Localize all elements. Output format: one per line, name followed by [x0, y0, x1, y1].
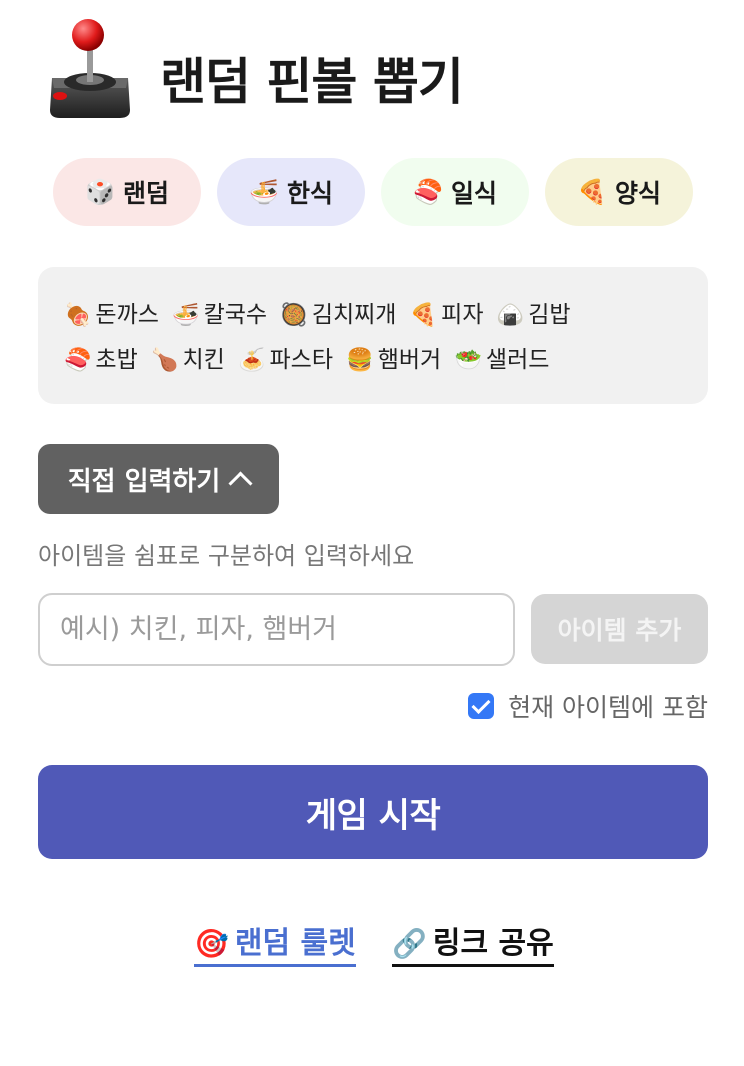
- hamburger-icon: 🍔: [346, 348, 374, 373]
- include-checkbox[interactable]: [468, 693, 495, 719]
- pizza-icon: 🍕: [409, 303, 438, 328]
- noodle-icon: 🍜: [172, 303, 200, 328]
- list-item: 🍙 김밥: [497, 293, 571, 338]
- list-item: 🍜 칼국수: [172, 293, 267, 338]
- salad-icon: 🥗: [454, 348, 482, 373]
- item-name: 샐러드: [485, 347, 550, 373]
- target-icon: 🎯: [194, 927, 229, 960]
- meat-icon: 🍖: [64, 303, 92, 328]
- item-list: 🍖 돈까스 🍜 칼국수 🥘 김치찌개 🍕 피자 🍙 김밥 🍣 초밥 🍗 치킨 🍝 파스타 🍔 햄버…: [38, 267, 708, 404]
- share-link[interactable]: 🔗 링크 공유: [392, 918, 554, 967]
- page-title: 랜덤 핀볼 뽑기: [160, 53, 464, 111]
- list-item: 🍕 피자: [410, 293, 484, 338]
- category-chip-western[interactable]: 🍕 양식: [545, 158, 693, 226]
- category-chip-japanese[interactable]: 🍣 일식: [381, 158, 529, 226]
- list-item: 🥘 김치찌개: [280, 293, 396, 338]
- footer-links: 🎯 랜덤 룰렛 🔗 링크 공유: [194, 918, 554, 974]
- input-hint: 아이템을 쉼표로 구분하여 입력하세요: [38, 542, 415, 570]
- category-chips: 🎲 랜덤 🍜 한식 🍣 일식 🍕 양식: [53, 158, 693, 226]
- list-item: 🥗 샐러드: [455, 338, 550, 383]
- list-item: 🍣 초밥: [64, 338, 138, 383]
- item-name: 칼국수: [203, 302, 268, 328]
- joystick-icon: [44, 18, 136, 122]
- link-label: 랜덤 룰렛: [234, 926, 356, 961]
- pizza-icon: 🍕: [577, 178, 607, 206]
- chicken-leg-icon: 🍗: [151, 348, 179, 373]
- category-chip-korean[interactable]: 🍜 한식: [217, 158, 365, 226]
- dice-icon: 🎲: [85, 178, 115, 206]
- chevron-up-icon: [228, 470, 253, 496]
- add-item-button[interactable]: 아이템 추가: [531, 594, 708, 664]
- include-label: 현재 아이템에 포함: [508, 693, 708, 722]
- category-label: 양식: [614, 179, 661, 208]
- category-label: 일식: [450, 179, 497, 208]
- include-current-items-option: 현재 아이템에 포함: [468, 687, 708, 725]
- noodle-bowl-icon: 🍜: [249, 178, 279, 206]
- category-label: 랜덤: [122, 179, 169, 208]
- list-item: 🍝 파스타: [238, 338, 333, 383]
- item-list-row: 🍖 돈까스 🍜 칼국수 🥘 김치찌개 🍕 피자 🍙 김밥: [64, 293, 684, 338]
- list-item: 🍗 치킨: [151, 338, 225, 383]
- header: 랜덤 핀볼 뽑기: [44, 18, 464, 122]
- item-name: 김치찌개: [311, 302, 397, 328]
- link-icon: 🔗: [392, 927, 427, 960]
- toggle-label: 직접 입력하기: [67, 466, 221, 497]
- category-label: 한식: [286, 179, 333, 208]
- item-name: 파스타: [269, 347, 333, 373]
- direct-input-toggle-button[interactable]: 직접 입력하기: [38, 444, 279, 514]
- spaghetti-icon: 🍝: [238, 348, 266, 373]
- item-name: 치킨: [182, 347, 225, 373]
- list-item: 🍖 돈까스: [64, 293, 159, 338]
- item-name: 초밥: [95, 347, 138, 373]
- start-game-button[interactable]: 게임 시작: [38, 765, 708, 859]
- list-item: 🍔 햄버거: [346, 338, 441, 383]
- category-chip-random[interactable]: 🎲 랜덤: [53, 158, 201, 226]
- link-label: 링크 공유: [432, 926, 554, 961]
- rice-ball-icon: 🍙: [496, 303, 525, 328]
- sushi-icon: 🍣: [64, 348, 92, 373]
- item-name: 김밥: [528, 302, 571, 328]
- item-name: 돈까스: [95, 302, 159, 328]
- item-name: 피자: [441, 302, 484, 328]
- item-name: 햄버거: [377, 347, 442, 373]
- random-roulette-link[interactable]: 🎯 랜덤 룰렛: [194, 918, 356, 967]
- item-input[interactable]: [38, 593, 515, 666]
- sushi-icon: 🍣: [413, 178, 443, 206]
- stew-icon: 🥘: [280, 303, 308, 328]
- item-list-row: 🍣 초밥 🍗 치킨 🍝 파스타 🍔 햄버거 🥗 샐러드: [64, 338, 684, 383]
